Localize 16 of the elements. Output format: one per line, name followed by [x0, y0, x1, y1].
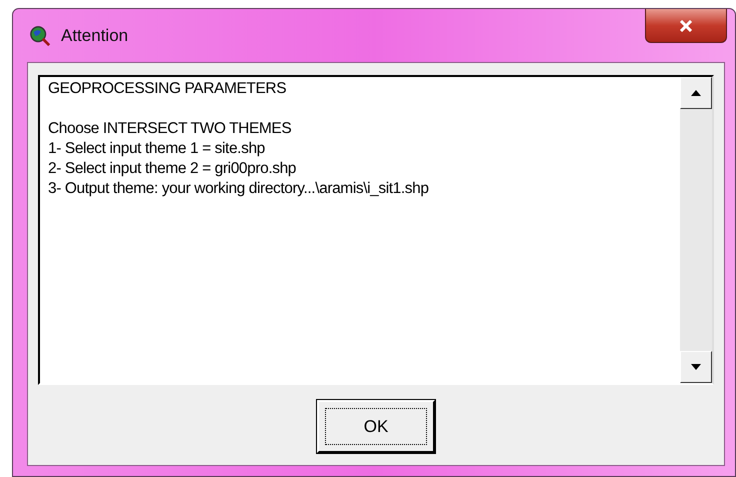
down-arrow-icon	[691, 364, 701, 370]
scroll-down-button[interactable]	[680, 351, 712, 383]
scrollbar[interactable]	[680, 77, 712, 383]
up-arrow-icon	[691, 90, 701, 96]
message-box[interactable]: GEOPROCESSING PARAMETERS Choose INTERSECT TWO THEMES 1- Select input theme 1 = site.shp 2- Select input theme 2 = gri00pro.shp 3- Output theme: your working directory...\aramis\i_sit1.shp	[38, 75, 714, 385]
message-line: GEOPROCESSING PARAMETERS	[48, 79, 286, 99]
globe-magnifier-icon	[29, 24, 51, 46]
message-line: Choose INTERSECT TWO THEMES	[48, 119, 292, 139]
close-icon	[679, 20, 693, 32]
scroll-up-button[interactable]	[680, 77, 712, 109]
close-button[interactable]	[645, 9, 727, 43]
message-line: 1- Select input theme 1 = site.shp	[48, 139, 265, 159]
ok-button[interactable]: OK	[317, 400, 435, 453]
message-line: 2- Select input theme 2 = gri00pro.shp	[48, 159, 296, 179]
window-title: Attention	[61, 26, 130, 46]
message-line: 3- Output theme: your working directory...\aramis\i_sit1.shp	[48, 179, 429, 199]
